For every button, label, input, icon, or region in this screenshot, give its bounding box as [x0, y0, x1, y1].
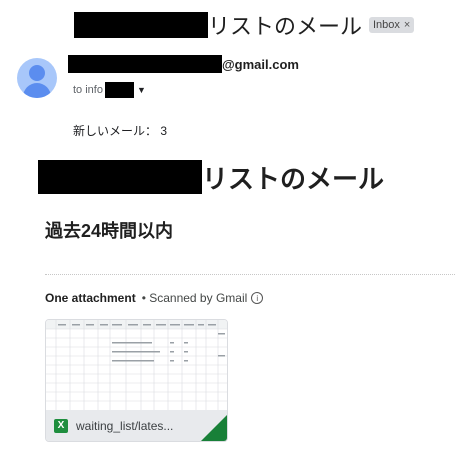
close-icon[interactable]: × — [404, 19, 410, 31]
inbox-label-chip[interactable]: Inbox × — [369, 17, 415, 33]
attachment-card[interactable]: X waiting_list/lates... — [45, 319, 228, 442]
spreadsheet-preview — [46, 320, 227, 410]
to-label: to info — [73, 84, 103, 96]
new-mail-count: 新しいメール： 3 — [73, 124, 168, 138]
person-icon — [29, 65, 45, 81]
redaction-box — [38, 160, 202, 194]
heading-text: リストのメール — [202, 163, 385, 194]
inbox-label-text: Inbox — [373, 19, 400, 31]
scan-status: • Scanned by Gmail — [141, 291, 248, 305]
attachment-title: One attachment — [45, 291, 136, 305]
email-subject: リストのメール — [74, 12, 363, 39]
recipient-line[interactable]: to info ▼ — [73, 82, 146, 98]
sender-line: @gmail.com — [68, 55, 299, 73]
redaction-box — [104, 82, 134, 98]
excel-file-icon: X — [54, 418, 68, 433]
avatar[interactable] — [17, 58, 57, 98]
redaction-box — [74, 12, 208, 38]
subject-text: リストのメール — [208, 14, 363, 39]
body-heading: リストのメール — [38, 160, 384, 194]
page-corner-fold-icon — [201, 415, 227, 441]
divider — [45, 274, 455, 275]
body-subheading: 過去24時間以内 — [45, 221, 174, 241]
sender-email: @gmail.com — [222, 56, 299, 72]
chevron-down-icon[interactable]: ▼ — [137, 85, 146, 95]
info-icon[interactable]: i — [251, 292, 264, 304]
attachment-filename[interactable]: waiting_list/lates... — [76, 419, 206, 433]
redaction-box — [68, 55, 222, 73]
attachment-header: One attachment • Scanned by Gmail i — [45, 291, 264, 305]
attachment-footer[interactable]: X waiting_list/lates... — [46, 410, 227, 441]
